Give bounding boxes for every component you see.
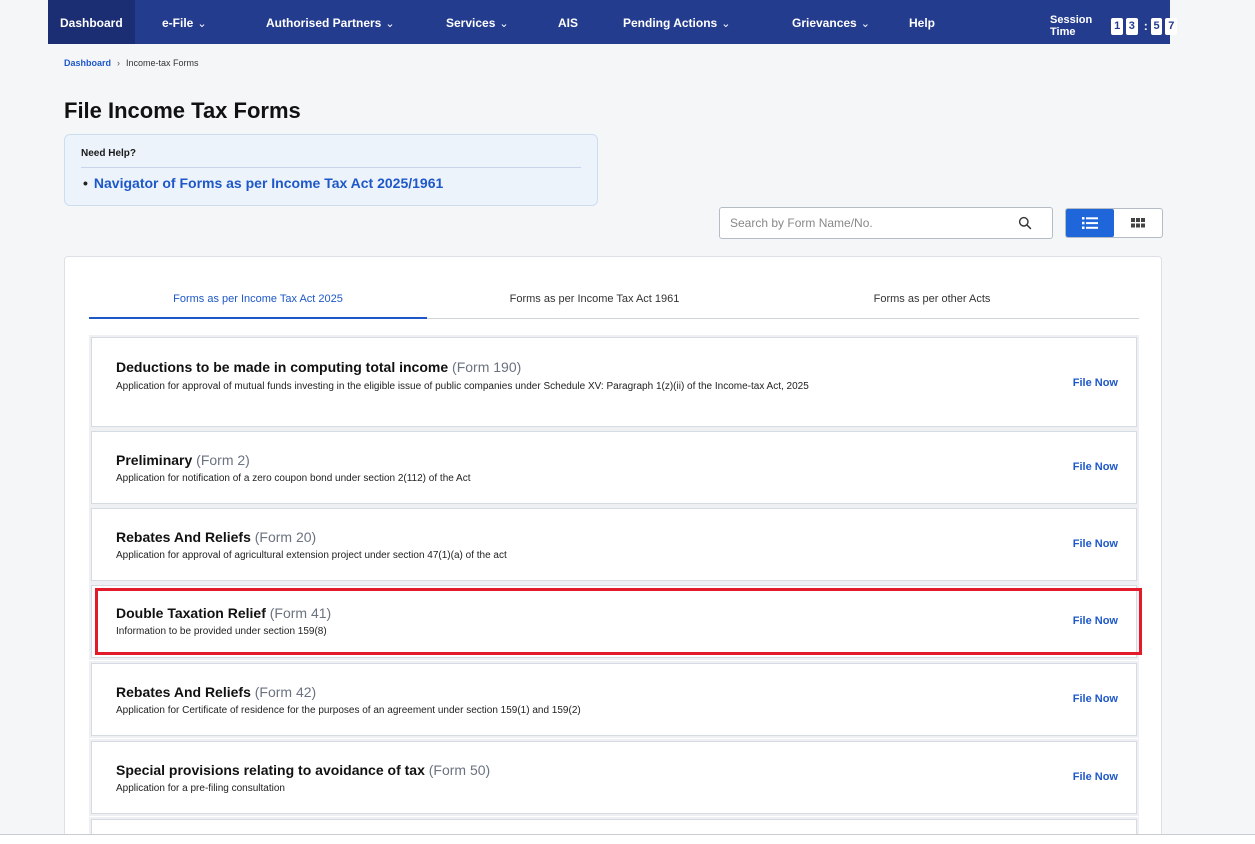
nav-label: Grievances: [792, 16, 857, 30]
file-now-button[interactable]: File Now: [1073, 771, 1118, 783]
form-title: Double Taxation Relief (Form 41): [116, 605, 331, 621]
file-now-button[interactable]: File Now: [1073, 693, 1118, 705]
help-title: Need Help?: [81, 148, 137, 159]
form-number: (Form 190): [452, 359, 522, 375]
divider: [81, 167, 581, 168]
file-now-button[interactable]: File Now: [1073, 538, 1118, 550]
forms-card: Forms as per Income Tax Act 2025 Forms a…: [64, 256, 1162, 844]
form-description: Application for approval of agricultural…: [116, 550, 507, 561]
session-digit: 7: [1165, 17, 1178, 35]
nav-authorised-partners[interactable]: Authorised Partners ⌄: [266, 0, 395, 44]
nav-dashboard[interactable]: Dashboard: [48, 0, 135, 44]
help-box: Need Help? • Navigator of Forms as per In…: [64, 134, 598, 206]
session-digit: 5: [1150, 17, 1163, 35]
list-view-button[interactable]: [1066, 209, 1114, 237]
nav-grievances[interactable]: Grievances ⌄: [792, 0, 870, 44]
grid-view-icon: [1131, 218, 1145, 228]
form-title: Deductions to be made in computing total…: [116, 359, 521, 375]
nav-label: Pending Actions: [623, 16, 718, 30]
grid-view-button[interactable]: [1114, 209, 1162, 237]
file-now-button[interactable]: File Now: [1073, 377, 1118, 389]
chevron-down-icon: ⌄: [499, 18, 509, 30]
session-digit: 3: [1126, 17, 1138, 35]
search-box: [719, 207, 1053, 239]
search-input[interactable]: [720, 208, 1000, 238]
chevron-down-icon: ⌄: [197, 18, 207, 30]
form-row: Deductions to be made in computing total…: [91, 337, 1137, 427]
form-number: (Form 2): [196, 452, 250, 468]
form-title-text: Deductions to be made in computing total…: [116, 359, 449, 375]
form-title: Rebates And Reliefs (Form 20): [116, 529, 316, 545]
forms-tabs: Forms as per Income Tax Act 2025 Forms a…: [89, 293, 1139, 319]
search-icon[interactable]: [1018, 216, 1032, 230]
nav-label: e-File: [162, 16, 194, 30]
nav-efile[interactable]: e-File ⌄: [162, 0, 207, 44]
form-description: Application for approval of mutual funds…: [116, 381, 809, 392]
page-title: File Income Tax Forms: [64, 98, 301, 123]
nav-label: Services: [446, 16, 496, 30]
breadcrumb: Dashboard › Income-tax Forms: [64, 58, 199, 68]
breadcrumb-dashboard-link[interactable]: Dashboard: [64, 58, 111, 68]
chevron-down-icon: ⌄: [385, 18, 395, 30]
session-colon: :: [1143, 19, 1148, 33]
form-row: Rebates And Reliefs (Form 20) Applicatio…: [91, 508, 1137, 581]
breadcrumb-current: Income-tax Forms: [126, 58, 199, 68]
view-toggle: [1065, 208, 1163, 238]
form-row: Double Taxation Relief (Form 41) Informa…: [91, 585, 1137, 658]
file-now-button[interactable]: File Now: [1073, 615, 1118, 627]
bullet: •: [83, 175, 88, 191]
bottom-divider: [0, 834, 1255, 844]
form-number: (Form 50): [428, 762, 491, 778]
top-navigation-bar: Dashboard e-File ⌄ Authorised Partners ⌄ S…: [48, 0, 1178, 44]
nav-ais[interactable]: AIS: [558, 0, 578, 44]
form-title: Preliminary (Form 2): [116, 452, 250, 468]
file-now-button[interactable]: File Now: [1073, 461, 1118, 473]
tab-income-tax-act-1961[interactable]: Forms as per Income Tax Act 1961: [427, 293, 762, 319]
session-label: Session Time: [1050, 14, 1093, 38]
form-title: Special provisions relating to avoidance…: [116, 762, 490, 778]
nav-label: Help: [909, 16, 936, 30]
nav-label: Dashboard: [60, 16, 123, 30]
nav-label: AIS: [558, 16, 579, 30]
form-description: Information to be provided under section…: [116, 626, 327, 637]
form-title-text: Rebates And Reliefs: [116, 529, 251, 545]
nav-pending-actions[interactable]: Pending Actions ⌄: [623, 0, 730, 44]
form-title-text: Rebates And Reliefs: [116, 684, 251, 700]
form-number: (Form 41): [269, 605, 332, 621]
session-timer: Session Time 1 3 : 5 7: [1050, 14, 1180, 38]
nav-help[interactable]: Help: [909, 0, 935, 44]
help-link-label: Navigator of Forms as per Income Tax Act…: [93, 175, 444, 191]
breadcrumb-separator: ›: [117, 58, 121, 68]
form-title-text: Preliminary: [116, 452, 193, 468]
nav-label: Authorised Partners: [266, 16, 382, 30]
navigator-of-forms-link[interactable]: • Navigator of Forms as per Income Tax Ac…: [83, 175, 443, 191]
form-title-text: Double Taxation Relief: [116, 605, 266, 621]
form-row: Preliminary (Form 2) Application for not…: [91, 431, 1137, 504]
form-description: Application for a pre-filing consultatio…: [116, 783, 285, 794]
form-number: (Form 42): [254, 684, 317, 700]
form-row: Rebates And Reliefs (Form 42) Applicatio…: [91, 663, 1137, 736]
list-view-icon: [1082, 217, 1098, 229]
chevron-down-icon: ⌄: [721, 18, 731, 30]
form-description: Application for notification of a zero c…: [116, 473, 471, 484]
session-digit: 1: [1111, 17, 1123, 35]
form-row: Special provisions relating to avoidance…: [91, 741, 1137, 814]
tab-other-acts[interactable]: Forms as per other Acts: [762, 293, 1102, 319]
tab-income-tax-act-2025[interactable]: Forms as per Income Tax Act 2025: [89, 293, 427, 319]
form-title-text: Special provisions relating to avoidance…: [116, 762, 425, 778]
form-number: (Form 20): [254, 529, 317, 545]
chevron-down-icon: ⌄: [860, 18, 870, 30]
form-title: Rebates And Reliefs (Form 42): [116, 684, 316, 700]
form-description: Application for Certificate of residence…: [116, 705, 581, 716]
nav-services[interactable]: Services ⌄: [446, 0, 509, 44]
